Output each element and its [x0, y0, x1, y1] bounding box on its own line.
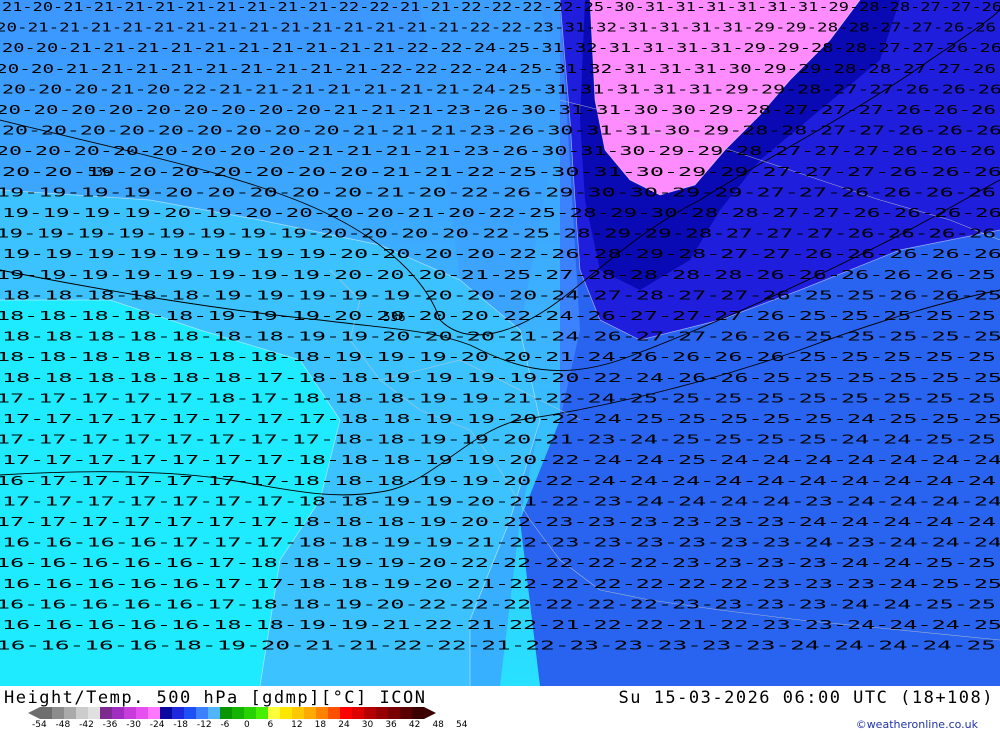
temperature-label-row: 19-19-19-19-19-19-19-19-20-20-20-20-22-2… [2, 246, 1000, 261]
temperature-label-row: 16-16-16-16-18-19-20-21-21-22-22-21-22-2… [0, 638, 996, 653]
scale-tick-label: 12 [291, 720, 303, 730]
scale-swatch [364, 707, 376, 719]
temperature-label-row: 16-16-16-16-16-18-18-19-19-21-22-21-22-2… [2, 617, 1000, 632]
scale-swatch [76, 707, 88, 719]
scale-swatch [400, 707, 412, 719]
temperature-label-row: 19-19-19-19-20-19-20-20-20-20-21-20-22-2… [2, 205, 1000, 220]
map-title: Height/Temp. 500 hPa [gdmp][°C] ICON [4, 688, 427, 708]
temperature-label-row: 17-17-17-17-17-17-17-18-18-18-19-20-22-2… [0, 514, 996, 529]
scale-swatch [268, 707, 280, 719]
temperature-label-row: 20-20-20-20-20-20-20-20-20-21-21-21-23-2… [0, 102, 996, 117]
temperature-color-scale: -54 -48 -42 -36 -30 -24 -18 -12 -6 0 6 12 18 24 30 36 42… [28, 707, 468, 731]
scale-swatch [52, 707, 64, 719]
scale-tick-label: 54 [456, 720, 468, 730]
temperature-label-row: 17-17-17-17-17-17-17-18-18-19-19-20-21-2… [2, 493, 1000, 508]
temperature-label-row: 19-19-19-19-19-19-19-19-20-20-20-21-25-2… [0, 267, 996, 282]
scale-tick-label: -30 [126, 720, 141, 730]
scale-swatch [376, 707, 388, 719]
scale-tick-label: 6 [267, 720, 274, 730]
scale-swatch [88, 707, 100, 719]
scale-swatch [100, 707, 112, 719]
temperature-label-row: 16-17-17-17-17-17-17-18-18-18-19-19-20-2… [0, 473, 996, 488]
scale-tick-label: 24 [338, 720, 350, 730]
temperature-label-row: 20-20-21-21-21-21-21-21-21-21-21-21-22-2… [2, 40, 1000, 55]
weather-map: 536 536 21-20-21-21-21-21-21-21-21-21-21… [0, 0, 1000, 686]
temperature-label-row: 18-18-18-18-18-19-19-19-20-20-20-20-22-2… [0, 308, 996, 323]
temperature-label-row: 20-20-20-21-20-22-21-21-21-21-21-21-21-2… [2, 81, 1000, 96]
temperature-label-row: 20-20-19-20-20-20-20-20-20-21-21-22-25-3… [2, 164, 1000, 179]
temperature-label-row: 18-18-18-18-18-18-18-19-19-20-20-20-21-2… [2, 329, 1000, 344]
temperature-label-row: 17-17-17-17-17-18-17-18-18-18-19-19-21-2… [0, 390, 996, 405]
scale-swatch [304, 707, 316, 719]
temperature-label-row: 19-19-19-19-20-20-20-20-20-21-20-22-26-2… [0, 184, 996, 199]
scale-tick-label: -18 [173, 720, 189, 730]
scale-swatch [412, 707, 424, 719]
scale-swatch [388, 707, 400, 719]
credit-link[interactable]: ©weatheronline.co.uk [856, 718, 978, 731]
scale-swatch [340, 707, 352, 719]
scale-swatch [244, 707, 256, 719]
scale-swatch [64, 707, 76, 719]
scale-swatch [328, 707, 340, 719]
scale-swatch [112, 707, 124, 719]
temperature-label-row: 19-19-19-19-19-19-19-19-20-20-20-20-22-2… [0, 226, 996, 241]
temperature-label-row: 17-17-17-17-17-17-17-17-18-18-19-19-20-2… [0, 432, 996, 447]
scale-swatch [232, 707, 244, 719]
scale-swatch [256, 707, 268, 719]
scale-tick-label: 42 [408, 720, 421, 730]
scale-swatch [220, 707, 232, 719]
scale-tick-label: 0 [244, 720, 250, 730]
scale-swatch [160, 707, 172, 719]
scale-swatch [184, 707, 196, 719]
scale-arrow-left [28, 707, 40, 719]
temperature-label-row: 16-16-16-16-16-17-17-18-18-19-20-21-22-2… [2, 576, 1000, 591]
scale-tick-label: 48 [432, 720, 444, 730]
scale-tick-label: 36 [385, 720, 397, 730]
scale-tick-label: -48 [55, 720, 71, 730]
map-footer: Height/Temp. 500 hPa [gdmp][°C] ICON Su … [0, 686, 1000, 733]
temperature-label-row: 21-20-21-21-21-21-21-21-21-21-21-22-22-2… [2, 0, 1000, 14]
temperature-field: 536 536 21-20-21-21-21-21-21-21-21-21-21… [0, 0, 1000, 686]
scale-swatch [148, 707, 160, 719]
scale-swatch [316, 707, 328, 719]
temperature-label-row: 16-16-16-16-16-17-18-18-19-19-20-22-22-2… [0, 555, 996, 570]
temperature-label-row: 20-20-20-20-20-20-20-20-21-21-21-21-23-2… [0, 143, 996, 158]
temperature-label-row: 16-16-16-16-17-17-17-18-18-19-19-21-22-2… [2, 535, 1000, 550]
scale-swatch [208, 707, 220, 719]
scale-tick-label: -54 [32, 720, 47, 730]
scale-tick-label: -6 [220, 720, 230, 730]
scale-swatch [280, 707, 292, 719]
temperature-label-row: 17-17-17-17-17-17-17-17-18-18-19-19-20-2… [2, 411, 1000, 426]
temperature-label-row: 16-16-16-16-16-17-18-18-19-20-22-22-22-2… [0, 596, 996, 611]
scale-swatch [352, 707, 364, 719]
scale-swatch [124, 707, 136, 719]
scale-swatch [292, 707, 304, 719]
scale-tick-label: 30 [361, 720, 374, 730]
scale-swatch [136, 707, 148, 719]
temperature-label-row: 18-18-18-18-18-18-18-18-19-19-19-20-20-2… [0, 349, 996, 364]
temperature-label-row: 20-20-20-20-20-20-20-20-20-21-21-21-23-2… [2, 123, 1000, 138]
valid-time: Su 15-03-2026 06:00 UTC (18+108) [618, 688, 994, 708]
scale-arrow-right [424, 707, 436, 719]
scale-tick-label: -36 [102, 720, 118, 730]
scale-swatch [40, 707, 52, 719]
temperature-label-row: 20-21-21-21-21-21-21-21-21-21-21-21-21-2… [0, 20, 996, 35]
scale-swatch [172, 707, 184, 719]
scale-bar [28, 707, 436, 719]
scale-tick-label: -42 [79, 720, 94, 730]
scale-swatch [196, 707, 208, 719]
temperature-label-row: 17-17-17-17-17-17-17-18-18-18-19-19-20-2… [2, 452, 1000, 467]
temperature-label-row: 20-20-21-21-21-21-21-21-21-21-21-22-22-2… [0, 61, 996, 76]
scale-tick-label: -12 [196, 720, 212, 730]
scale-tick-label: -24 [149, 720, 165, 730]
scale-tick-label: 18 [314, 720, 327, 730]
temperature-label-row: 18-18-18-18-18-19-19-19-19-19-20-20-20-2… [2, 287, 1000, 302]
temperature-label-row: 18-18-18-18-18-18-17-18-18-19-19-19-19-2… [2, 370, 1000, 385]
